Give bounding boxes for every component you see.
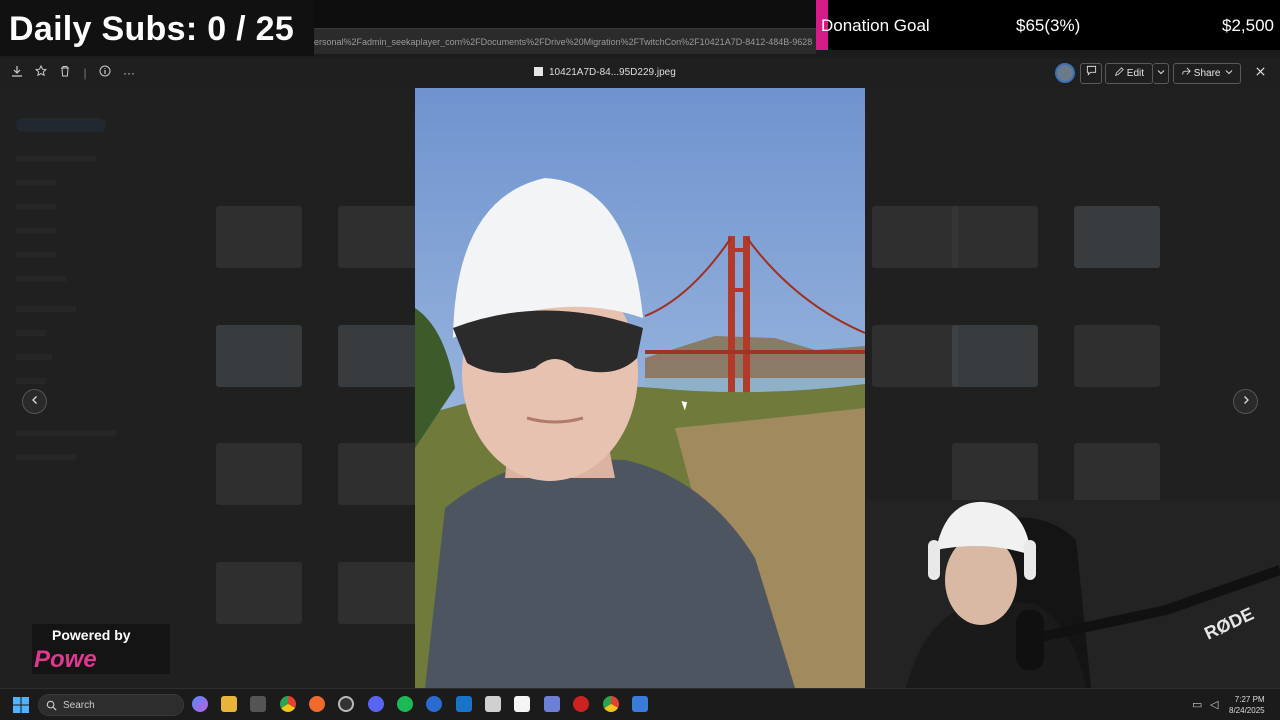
obs-icon[interactable] — [338, 696, 354, 712]
toolbar-divider: | — [83, 66, 87, 80]
image-filename-text: 10421A7D-84...95D229.jpeg — [549, 67, 676, 78]
app-icon[interactable] — [250, 696, 266, 712]
app-icon[interactable] — [573, 696, 589, 712]
taskbar-time: 7:27 PM — [1234, 695, 1265, 704]
firefox-icon[interactable] — [309, 696, 325, 712]
chrome-icon[interactable] — [603, 696, 619, 712]
star-icon[interactable] — [33, 64, 49, 81]
image-viewer-header: | ··· 10421A7D-84...95D229.jpeg Edit Sha… — [0, 58, 1280, 88]
file-explorer-icon[interactable] — [221, 696, 237, 712]
share-label: Share — [1193, 68, 1221, 79]
notion-icon[interactable] — [514, 696, 530, 712]
streamer-webcam: RØDE — [866, 500, 1280, 688]
outlook-icon[interactable] — [456, 696, 472, 712]
taskbar-search[interactable]: Search — [38, 694, 184, 716]
chevron-left-icon — [31, 396, 37, 404]
trash-icon[interactable] — [57, 65, 73, 81]
spotify-icon[interactable] — [397, 696, 413, 712]
edit-label: Edit — [1126, 68, 1145, 79]
sponsor-logo: Powe — [34, 646, 97, 673]
edit-dropdown-button[interactable] — [1153, 63, 1169, 84]
download-icon[interactable] — [9, 65, 25, 81]
share-icon — [1182, 67, 1191, 75]
taskbar-date: 8/24/2025 — [1229, 706, 1265, 715]
chevron-right-icon — [1243, 396, 1249, 404]
donation-amount: $65(3%) — [1016, 16, 1081, 35]
image-file-icon — [534, 67, 543, 76]
donation-goal-overlay: Donation Goal $65(3%) $2,500 — [816, 0, 1280, 50]
daily-subs-counter: Daily Subs: 0 / 25 — [9, 10, 295, 48]
app-icon[interactable] — [632, 696, 648, 712]
more-icon[interactable]: ··· — [121, 65, 137, 81]
mail-icon[interactable] — [485, 696, 501, 712]
viewed-photo — [415, 88, 865, 688]
info-icon[interactable] — [97, 65, 113, 81]
next-image-button[interactable] — [1233, 389, 1258, 414]
chevron-down-icon — [1225, 70, 1233, 75]
previous-image-button[interactable] — [22, 389, 47, 414]
comment-icon — [1086, 65, 1096, 76]
powered-by-title: Powered by — [52, 627, 131, 643]
copilot-icon[interactable] — [192, 696, 208, 712]
discord-icon[interactable] — [368, 696, 384, 712]
window-title-strip — [314, 0, 816, 28]
network-icon[interactable]: ▭ — [1192, 698, 1202, 711]
powered-by-overlay: Powered by Powe — [32, 624, 170, 674]
background-sidebar — [0, 100, 180, 660]
close-icon[interactable] — [1252, 65, 1268, 81]
volume-icon[interactable]: ◁ — [1210, 698, 1218, 711]
address-bar-url: ersonal%2Fadmin_seekaplayer_com%2FDocume… — [314, 37, 813, 47]
chevron-down-icon — [1157, 70, 1164, 75]
taskbar: Search ▭ ◁ 7:27 PM 8/24/2025 — [0, 688, 1280, 720]
address-bar[interactable]: ersonal%2Fadmin_seekaplayer_com%2FDocume… — [314, 28, 816, 54]
app-icon[interactable] — [544, 696, 560, 712]
image-filename: 10421A7D-84...95D229.jpeg — [534, 67, 676, 78]
app-icon[interactable] — [426, 696, 442, 712]
taskbar-clock[interactable]: 7:27 PM 8/24/2025 — [1229, 694, 1265, 716]
search-icon — [46, 700, 57, 711]
windows-start-icon[interactable] — [13, 697, 29, 718]
share-button[interactable]: Share — [1173, 63, 1241, 84]
taskbar-search-label: Search — [63, 700, 95, 711]
daily-subs-overlay: Daily Subs: 0 / 25 — [0, 0, 314, 56]
donation-goal-label: Donation Goal — [821, 16, 930, 35]
chrome-icon[interactable] — [280, 696, 296, 712]
donation-target: $2,500 — [1222, 16, 1274, 35]
comment-button[interactable] — [1080, 63, 1102, 84]
avatar[interactable] — [1055, 63, 1075, 83]
edit-button[interactable]: Edit — [1105, 63, 1153, 84]
pencil-icon — [1115, 67, 1124, 76]
